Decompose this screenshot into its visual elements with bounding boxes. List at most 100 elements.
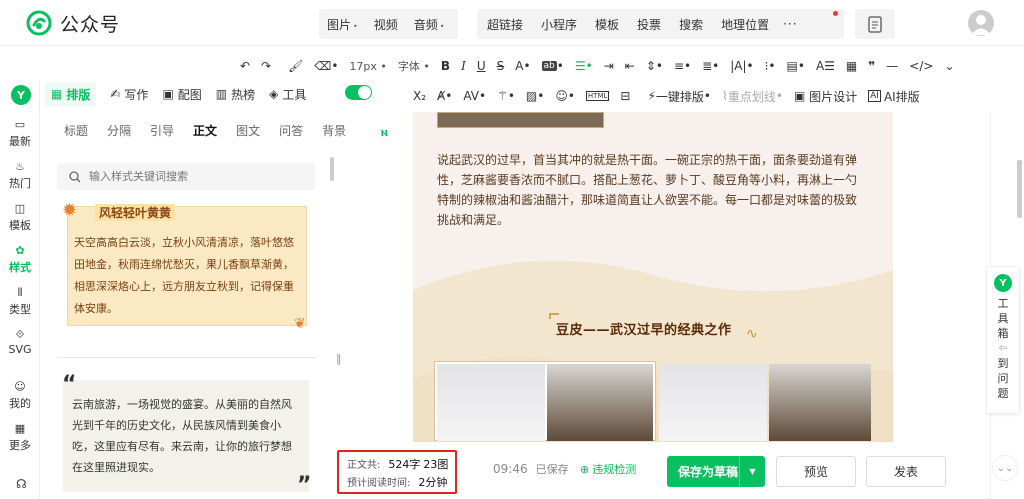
italic-icon[interactable]: I xyxy=(461,59,466,73)
article-heading[interactable]: 豆皮——武汉过早的经典之作 xyxy=(556,319,732,338)
article-photo-1[interactable] xyxy=(437,364,545,441)
paragraph-spacing-icon[interactable]: ≡• xyxy=(674,59,691,73)
avatar[interactable] xyxy=(968,10,994,36)
subscript-icon[interactable]: X₂ xyxy=(413,89,426,103)
html-icon[interactable]: HTML xyxy=(585,91,610,101)
search-input[interactable] xyxy=(89,170,289,183)
ai-assistant-icon[interactable]: ⲛ xyxy=(381,125,399,143)
media-insert-group: 图片 视频 音频 xyxy=(319,9,458,39)
more-menu[interactable]: ··· xyxy=(777,17,805,31)
insert-miniprogram[interactable]: 小程序 xyxy=(531,16,585,33)
font-family-select[interactable]: 字体 • xyxy=(398,58,430,74)
underline-icon[interactable]: U xyxy=(477,59,486,73)
article-photo-4[interactable] xyxy=(769,364,871,441)
tab-tools[interactable]: ◈ 工具 xyxy=(269,86,306,103)
plugin-logo-icon[interactable]: Y xyxy=(11,85,31,105)
indent-icon[interactable]: ⇥ xyxy=(604,59,614,73)
table-icon[interactable]: ▦ xyxy=(846,59,857,73)
palette-icon: ✿ xyxy=(15,244,25,257)
ai-layout-button[interactable]: AI AI排版 xyxy=(868,88,920,105)
headset-icon[interactable]: ☊ xyxy=(16,477,27,491)
tab-trending[interactable]: ▥ 热榜 xyxy=(216,86,255,103)
heading-swirl-icon: ∿ xyxy=(746,326,758,342)
rail-item-hot[interactable]: ♨ 热门 xyxy=(0,160,40,202)
category-background[interactable]: 背景 xyxy=(322,122,346,139)
toolbox-panel[interactable]: Y 工具箱 ⇦ 到问题 xyxy=(986,266,1020,414)
margin-icon[interactable]: ≣• xyxy=(702,59,719,73)
magic-wand-icon[interactable]: ⚚• xyxy=(497,89,515,103)
rail-item-latest[interactable]: ▭ 最新 xyxy=(0,118,40,160)
insert-template[interactable]: 模板 xyxy=(585,16,627,33)
insert-image-menu[interactable]: 图片 xyxy=(319,16,366,33)
dropdown-icon[interactable]: ⌄ xyxy=(944,59,954,73)
insert-audio-menu[interactable]: 音频 xyxy=(406,16,453,33)
article-photo-2[interactable] xyxy=(547,364,653,441)
tab-writing[interactable]: ✍ 写作 xyxy=(110,86,148,103)
page-scrollbar[interactable] xyxy=(1017,160,1022,218)
image-design-button[interactable]: ▣ 图片设计 xyxy=(794,88,857,105)
align-justify-icon[interactable]: ☰• xyxy=(575,59,593,73)
text-align-icon[interactable]: A☰ xyxy=(816,59,835,73)
category-divider[interactable]: 分隔 xyxy=(107,122,131,139)
tab-images[interactable]: ▣ 配图 xyxy=(162,86,201,103)
resize-handle-icon[interactable]: ‖ xyxy=(336,352,342,365)
insert-video-menu[interactable]: 视频 xyxy=(366,16,406,33)
letter-spacing-icon[interactable]: |A|• xyxy=(730,59,753,73)
font-color-icon[interactable]: A• xyxy=(515,59,530,73)
insert-search[interactable]: 搜索 xyxy=(669,16,711,33)
text-effect-icon[interactable]: Ⱥ• xyxy=(437,89,452,103)
category-guide[interactable]: 引导 xyxy=(150,122,174,139)
category-image-text[interactable]: 图文 xyxy=(236,122,260,139)
document-button[interactable] xyxy=(855,9,895,39)
category-body[interactable]: 正文 xyxy=(193,122,217,139)
font-size-select[interactable]: 17px • xyxy=(349,60,387,73)
clear-format-icon[interactable]: ⌫• xyxy=(314,59,338,73)
rail-item-svg[interactable]: ⟐ SVG xyxy=(0,328,40,380)
article-paragraph[interactable]: 说起武汉的过早，首当其冲的就是热干面。一碗正宗的热干面，面条要劲道有弹性，芝麻酱… xyxy=(437,150,867,230)
outdent-icon[interactable]: ⇤ xyxy=(625,59,635,73)
svg-icon: ⟐ xyxy=(15,327,25,341)
save-draft-button[interactable]: 保存为草稿 ▼ xyxy=(667,456,765,487)
divider-icon[interactable]: — xyxy=(886,59,898,73)
undo-icon[interactable]: ↶ xyxy=(240,59,250,73)
shield-icon: ⊕ xyxy=(580,462,590,476)
bold-icon[interactable]: B xyxy=(441,59,450,73)
insert-location[interactable]: 地理位置 xyxy=(711,16,777,33)
format-painter-icon[interactable]: 🖌 xyxy=(288,59,303,73)
char-spacing-icon[interactable]: AV• xyxy=(463,89,486,103)
article-photo-3[interactable] xyxy=(659,364,767,441)
rail-item-template[interactable]: ◫ 模板 xyxy=(0,202,40,244)
publish-button[interactable]: 发表 xyxy=(866,456,946,487)
line-height-icon[interactable]: ⇕• xyxy=(646,59,663,73)
panel-toggle-switch[interactable] xyxy=(345,85,372,100)
category-qa[interactable]: 问答 xyxy=(279,122,303,139)
chevron-down-icon[interactable]: ▼ xyxy=(739,456,765,487)
insert-vote[interactable]: 投票 xyxy=(627,16,669,33)
rail-item-type[interactable]: ⫴ 类型 xyxy=(0,286,40,328)
to-question-label[interactable]: 到问题 xyxy=(997,356,1009,401)
toolbox-icon[interactable]: ⊟ xyxy=(620,89,630,103)
rail-item-mine[interactable]: ☺ 我的 xyxy=(0,380,40,422)
bullet-list-icon[interactable]: ⁝• xyxy=(765,59,776,73)
rail-item-more[interactable]: ▦ 更多 xyxy=(0,422,40,464)
code-icon[interactable]: </> xyxy=(909,59,933,73)
insert-image-icon[interactable]: ▨• xyxy=(526,89,544,103)
cube-icon: ◈ xyxy=(269,87,279,101)
insert-hyperlink[interactable]: 超链接 xyxy=(477,16,531,33)
highlight-underline-button[interactable]: ⌇ 重点划线 • xyxy=(722,88,783,105)
preview-button[interactable]: 预览 xyxy=(776,456,856,487)
emoji-icon[interactable]: ☺• xyxy=(555,89,575,103)
rail-item-style[interactable]: ✿ 样式 xyxy=(0,244,40,286)
redo-icon[interactable]: ↷ xyxy=(261,59,271,73)
article-top-photo xyxy=(437,112,604,128)
tab-layout[interactable]: ▦ 排版 xyxy=(45,81,97,107)
strikethrough-icon[interactable]: S xyxy=(497,59,505,73)
panel-scrollbar[interactable] xyxy=(330,157,334,181)
background-color-icon[interactable]: ab • xyxy=(541,59,564,73)
category-title[interactable]: 标题 xyxy=(64,122,88,139)
compliance-check-button[interactable]: ⊕ 违规检测 xyxy=(580,461,636,477)
quote-icon[interactable]: ❞ xyxy=(868,59,875,73)
chevron-down-icon[interactable]: ⌄⌄ xyxy=(992,455,1018,481)
border-icon[interactable]: ▤• xyxy=(787,59,805,73)
one-click-layout-button[interactable]: ⚡ 一键排版 • xyxy=(647,88,711,105)
